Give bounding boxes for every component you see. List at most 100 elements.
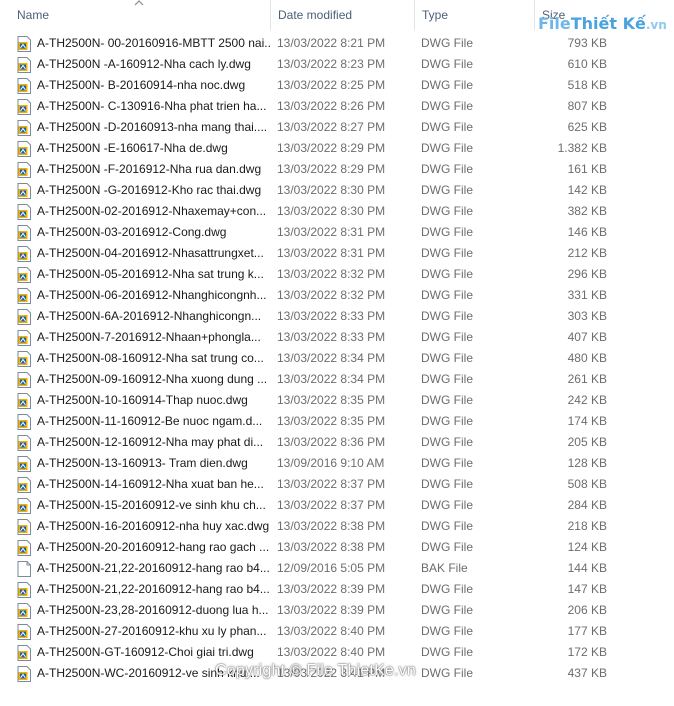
file-row[interactable]: A-TH2500N-06-2016912-Nhanghicongnh... 13/… — [10, 285, 610, 306]
file-row[interactable]: A-TH2500N-15-20160912-ve sinh khu ch... 1… — [10, 495, 610, 516]
file-date-modified: 13/03/2022 8:32 PM — [277, 288, 386, 302]
file-date-modified: 13/03/2022 8:39 PM — [277, 603, 386, 617]
file-name: A-TH2500N- B-20160914-nha noc.dwg — [37, 78, 246, 92]
dwg-file-icon — [17, 204, 31, 220]
dwg-file-icon — [17, 288, 31, 304]
file-row[interactable]: A-TH2500N-7-2016912-Nhaan+phongla... 13/0… — [10, 327, 610, 348]
file-row[interactable]: A-TH2500N -G-2016912-Kho rac thai.dwg 13/… — [10, 180, 610, 201]
file-date-modified: 13/03/2022 8:25 PM — [277, 78, 386, 92]
dwg-file-icon — [17, 246, 31, 262]
file-row[interactable]: A-TH2500N- B-20160914-nha noc.dwg 13/03/2… — [10, 75, 610, 96]
file-name: A-TH2500N-09-160912-Nha xuong dung ... — [37, 372, 268, 386]
column-header-type[interactable]: Type — [414, 0, 534, 30]
column-header-name[interactable]: Name — [10, 0, 270, 30]
file-row[interactable]: A-TH2500N-21,22-20160912-hang rao b4... 1… — [10, 558, 610, 579]
dwg-file-icon — [17, 582, 31, 598]
file-date-modified: 13/03/2022 8:36 PM — [277, 435, 386, 449]
file-size: 610 KB — [567, 57, 607, 71]
file-row[interactable]: A-TH2500N -F-2016912-Nha rua dan.dwg 13/0… — [10, 159, 610, 180]
file-name: A-TH2500N-13-160913- Tram dien.dwg — [37, 456, 248, 470]
file-row[interactable]: A-TH2500N-14-160912-Nha xuat ban he... 13… — [10, 474, 610, 495]
dwg-file-icon — [17, 120, 31, 136]
file-name: A-TH2500N-15-20160912-ve sinh khu ch... — [37, 498, 266, 512]
file-row[interactable]: A-TH2500N -A-160912-Nha cach ly.dwg 13/03… — [10, 54, 610, 75]
file-name: A-TH2500N -F-2016912-Nha rua dan.dwg — [37, 162, 262, 176]
file-name: A-TH2500N-05-2016912-Nha sat trung k... — [37, 267, 264, 281]
file-date-modified: 13/03/2022 8:23 PM — [277, 57, 386, 71]
file-type: DWG File — [421, 288, 473, 302]
file-row[interactable]: A-TH2500N-10-160914-Thap nuoc.dwg 13/03/2… — [10, 390, 610, 411]
file-type: DWG File — [421, 603, 473, 617]
file-row[interactable]: A-TH2500N-12-160912-Nha may phat di... 13… — [10, 432, 610, 453]
file-size: 625 KB — [567, 120, 607, 134]
file-type: DWG File — [421, 267, 473, 281]
file-row[interactable]: A-TH2500N-04-2016912-Nhasattrungxet... 13… — [10, 243, 610, 264]
column-header-date-modified[interactable]: Date modified — [270, 0, 414, 30]
file-date-modified: 13/09/2016 9:10 AM — [277, 456, 385, 470]
file-type: DWG File — [421, 519, 473, 533]
file-name: A-TH2500N-7-2016912-Nhaan+phongla... — [37, 330, 261, 344]
file-type: DWG File — [421, 372, 473, 386]
dwg-file-icon — [17, 141, 31, 157]
file-row[interactable]: A-TH2500N-6A-2016912-Nhanghicongn... 13/0… — [10, 306, 610, 327]
file-row[interactable]: A-TH2500N-23,28-20160912-duong lua h... 1… — [10, 600, 610, 621]
dwg-file-icon — [17, 456, 31, 472]
file-name: A-TH2500N-23,28-20160912-duong lua h... — [37, 603, 269, 617]
file-date-modified: 13/03/2022 8:29 PM — [277, 141, 386, 155]
file-row[interactable]: A-TH2500N-20-20160912-hang rao gach ... 1… — [10, 537, 610, 558]
file-size: 242 KB — [567, 393, 607, 407]
dwg-file-icon — [17, 99, 31, 115]
file-row[interactable]: A-TH2500N-27-20160912-khu xu ly phan... 1… — [10, 621, 610, 642]
file-type: DWG File — [421, 477, 473, 491]
file-date-modified: 13/03/2022 8:29 PM — [277, 162, 386, 176]
file-row[interactable]: A-TH2500N -E-160617-Nha de.dwg 13/03/2022… — [10, 138, 610, 159]
file-date-modified: 13/03/2022 8:30 PM — [277, 183, 386, 197]
file-row[interactable]: A-TH2500N-02-2016912-Nhaxemay+con... 13/0… — [10, 201, 610, 222]
dwg-file-icon — [17, 36, 31, 52]
file-date-modified: 13/03/2022 8:35 PM — [277, 393, 386, 407]
file-type: DWG File — [421, 78, 473, 92]
file-name: A-TH2500N-6A-2016912-Nhanghicongn... — [37, 309, 262, 323]
file-name: A-TH2500N-08-160912-Nha sat trung co... — [37, 351, 264, 365]
file-size: 144 KB — [567, 561, 607, 575]
file-size: 518 KB — [567, 78, 607, 92]
file-row[interactable]: A-TH2500N-16-20160912-nha huy xac.dwg 13/… — [10, 516, 610, 537]
file-row[interactable]: A-TH2500N -D-20160913-nha mang thai.... 1… — [10, 117, 610, 138]
file-size: 146 KB — [567, 225, 607, 239]
file-size: 1.382 KB — [557, 141, 607, 155]
file-row[interactable]: A-TH2500N- C-130916-Nha phat trien ha...… — [10, 96, 610, 117]
file-name: A-TH2500N-04-2016912-Nhasattrungxet... — [37, 246, 264, 260]
file-size: 793 KB — [567, 36, 607, 50]
file-row[interactable]: A-TH2500N-08-160912-Nha sat trung co... 1… — [10, 348, 610, 369]
dwg-file-icon — [17, 309, 31, 325]
file-date-modified: 13/03/2022 8:38 PM — [277, 519, 386, 533]
file-type: DWG File — [421, 330, 473, 344]
file-size: 382 KB — [567, 204, 607, 218]
file-row[interactable]: A-TH2500N-21,22-20160912-hang rao b4... 1… — [10, 579, 610, 600]
file-date-modified: 13/03/2022 8:32 PM — [277, 267, 386, 281]
file-name: A-TH2500N-10-160914-Thap nuoc.dwg — [37, 393, 248, 407]
file-date-modified: 13/03/2022 8:37 PM — [277, 498, 386, 512]
file-type: DWG File — [421, 456, 473, 470]
file-row[interactable]: A-TH2500N-13-160913- Tram dien.dwg 13/09/… — [10, 453, 610, 474]
file-size: 177 KB — [567, 624, 607, 638]
file-row[interactable]: A-TH2500N-09-160912-Nha xuong dung ... 13… — [10, 369, 610, 390]
logo-part-file: File — [538, 14, 571, 33]
file-type: DWG File — [421, 624, 473, 638]
file-size: 147 KB — [567, 582, 607, 596]
file-size: 407 KB — [567, 330, 607, 344]
file-row[interactable]: A-TH2500N- 00-20160916-MBTT 2500 nai....… — [10, 33, 610, 54]
file-row[interactable]: A-TH2500N-11-160912-Be nuoc ngam.d... 13/… — [10, 411, 610, 432]
file-type: DWG File — [421, 645, 473, 659]
file-type: DWG File — [421, 204, 473, 218]
file-row[interactable]: A-TH2500N-GT-160912-Choi giai tri.dwg 13/… — [10, 642, 610, 663]
column-header-bar: Name Date modified Type Size FileThiết K… — [0, 0, 674, 33]
file-row[interactable]: A-TH2500N-05-2016912-Nha sat trung k... 1… — [10, 264, 610, 285]
file-row[interactable]: A-TH2500N-03-2016912-Cong.dwg 13/03/2022 … — [10, 222, 610, 243]
file-size: 807 KB — [567, 99, 607, 113]
file-size: 205 KB — [567, 435, 607, 449]
dwg-file-icon — [17, 225, 31, 241]
dwg-file-icon — [17, 477, 31, 493]
file-type: DWG File — [421, 183, 473, 197]
file-date-modified: 13/03/2022 8:33 PM — [277, 330, 386, 344]
